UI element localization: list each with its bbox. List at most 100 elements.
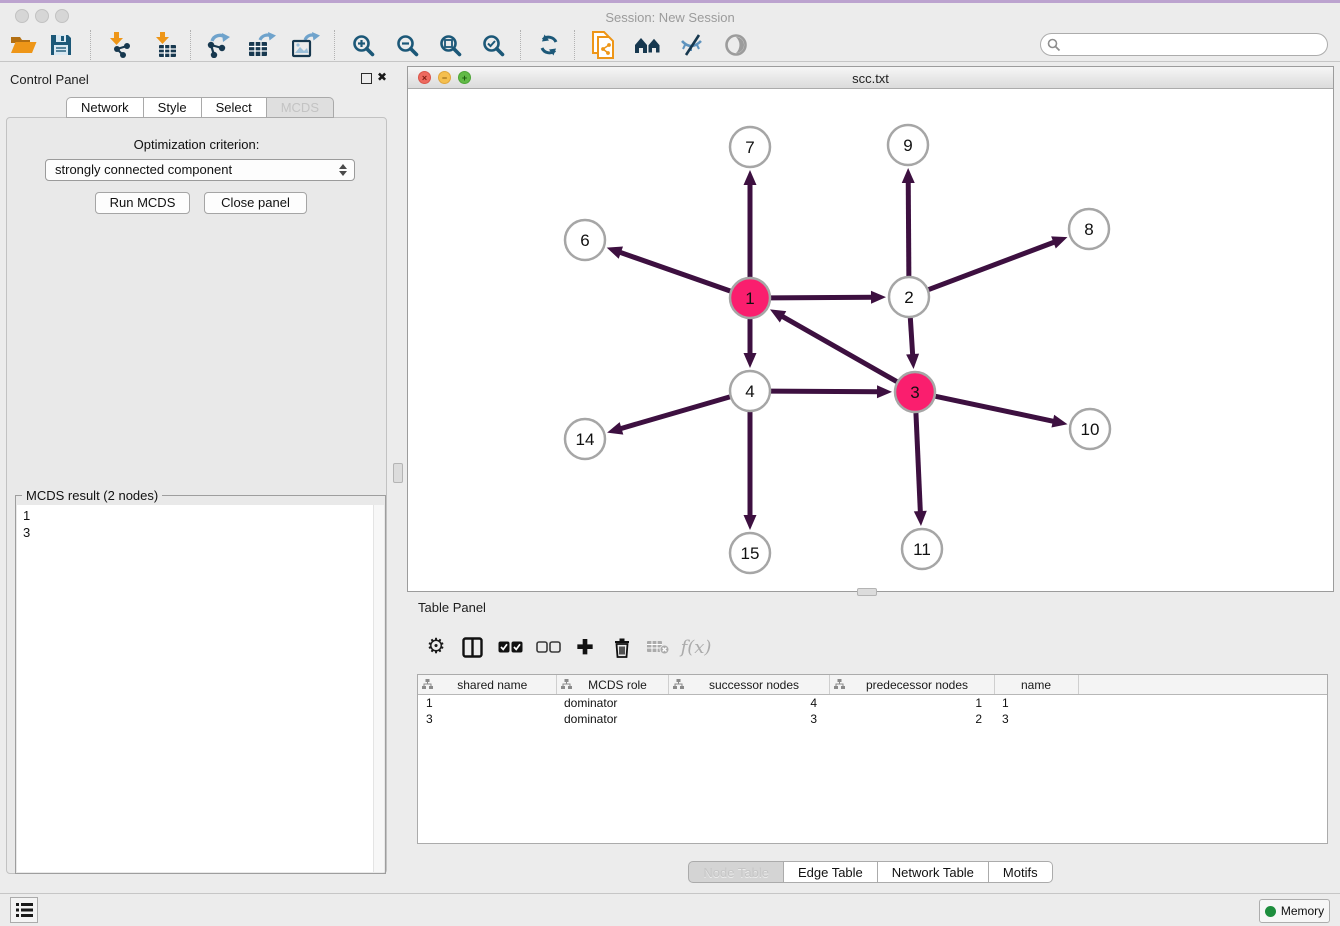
close-panel-button[interactable]: Close panel	[204, 192, 307, 214]
column-header-shared-name[interactable]: shared name	[418, 675, 556, 695]
graph-edge-4-3[interactable]	[771, 391, 880, 392]
zoom-fit-icon[interactable]	[431, 28, 469, 62]
graph-node-label: 10	[1081, 420, 1100, 439]
zoom-selected-icon[interactable]	[474, 28, 512, 62]
column-header-successor-nodes[interactable]: successor nodes	[668, 675, 829, 695]
function-builder-icon[interactable]: f(x)	[679, 630, 713, 664]
import-network-icon[interactable]	[100, 28, 138, 62]
create-column-icon[interactable]: ✚	[568, 630, 602, 664]
column-header-MCDS-role[interactable]: MCDS role	[556, 675, 668, 695]
tab-network-table[interactable]: Network Table	[878, 861, 989, 883]
table-cell[interactable]: 1	[418, 695, 556, 711]
search-icon	[1047, 38, 1061, 52]
vertical-splitter-handle[interactable]	[393, 463, 403, 483]
export-table-icon[interactable]	[243, 28, 281, 62]
graph-edge-2-3[interactable]	[910, 318, 912, 357]
table-cell[interactable]: 1	[829, 695, 994, 711]
network-canvas[interactable]: 7968124314101511	[408, 89, 1333, 592]
tab-style[interactable]: Style	[144, 97, 202, 118]
graph-edge-2-9[interactable]	[908, 180, 909, 276]
zoom-in-icon[interactable]	[344, 28, 382, 62]
memory-button[interactable]: Memory	[1259, 899, 1330, 923]
column-type-icon	[673, 679, 684, 690]
table-cell[interactable]: dominator	[556, 695, 668, 711]
table-cell-filler	[1078, 711, 1328, 727]
titlebar: Session: New Session	[0, 3, 1340, 28]
horizontal-splitter-handle[interactable]	[857, 588, 877, 596]
graph-node-label: 6	[580, 231, 589, 250]
table-cell[interactable]: 3	[418, 711, 556, 727]
network-window: × − + scc.txt 7968124314101511	[407, 66, 1334, 592]
graph-node-label: 15	[741, 544, 760, 563]
column-header-label: name	[999, 678, 1074, 692]
zoom-out-icon[interactable]	[388, 28, 426, 62]
tab-mcds[interactable]: MCDS	[267, 97, 334, 118]
graph-edge-3-1[interactable]	[780, 315, 896, 381]
export-network-icon[interactable]	[199, 28, 237, 62]
memory-status-icon	[1265, 906, 1276, 917]
table-row[interactable]: 1dominator411	[418, 695, 1328, 711]
table-panel: Table Panel ✖ ⚙ ✚ f(x) shared nameMCDS r…	[407, 596, 1334, 892]
table-cell[interactable]: 4	[668, 695, 829, 711]
first-neighbors-icon[interactable]	[629, 28, 667, 62]
graph-edge-4-14[interactable]	[619, 397, 730, 429]
graph-edge-1-2[interactable]	[771, 297, 874, 298]
tab-network[interactable]: Network	[66, 97, 144, 118]
criterion-dropdown[interactable]: strongly connected component	[45, 159, 355, 181]
edge-arrowhead	[902, 168, 915, 183]
float-panel-icon[interactable]	[361, 73, 372, 84]
table-cell[interactable]: 1	[994, 695, 1078, 711]
table-cell[interactable]: 3	[668, 711, 829, 727]
refresh-icon[interactable]	[530, 28, 568, 62]
criterion-value: strongly connected component	[55, 160, 336, 180]
show-columns-icon[interactable]	[455, 630, 489, 664]
show-all-icon[interactable]	[717, 28, 755, 62]
select-all-rows-icon[interactable]	[493, 630, 527, 664]
toolbar-separator	[574, 30, 575, 60]
table-cell[interactable]: 3	[994, 711, 1078, 727]
tab-edge-table[interactable]: Edge Table	[784, 861, 878, 883]
tab-motifs[interactable]: Motifs	[989, 861, 1053, 883]
deselect-all-rows-icon[interactable]	[531, 630, 565, 664]
graph-edge-2-8[interactable]	[929, 241, 1057, 289]
delete-column-icon[interactable]	[605, 630, 639, 664]
tab-node-table[interactable]: Node Table	[688, 861, 784, 883]
hide-selected-icon[interactable]	[673, 28, 711, 62]
graph-edge-3-11[interactable]	[916, 413, 921, 514]
edge-arrowhead	[607, 422, 623, 434]
table-row[interactable]: 3dominator323	[418, 711, 1328, 727]
graph-edge-1-6[interactable]	[618, 252, 730, 291]
column-type-icon	[834, 679, 845, 690]
control-panel-tabs: Network Style Select MCDS	[0, 97, 400, 118]
table-panel-title: Table Panel	[418, 600, 486, 615]
task-history-button[interactable]	[10, 897, 38, 923]
graph-node-label: 8	[1084, 220, 1093, 239]
column-header-name[interactable]: name	[994, 675, 1078, 695]
open-file-icon[interactable]	[4, 28, 42, 62]
table-cell[interactable]: 2	[829, 711, 994, 727]
network-window-title: scc.txt	[408, 71, 1333, 86]
table-settings-icon[interactable]: ⚙	[419, 630, 453, 664]
tab-select[interactable]: Select	[202, 97, 267, 118]
window-title: Session: New Session	[0, 10, 1340, 25]
control-panel-title: Control Panel	[10, 72, 89, 87]
network-window-titlebar[interactable]: × − + scc.txt	[408, 67, 1333, 89]
graph-node-label: 2	[904, 288, 913, 307]
table-tabs: Node Table Edge Table Network Table Moti…	[407, 861, 1334, 883]
column-header-predecessor-nodes[interactable]: predecessor nodes	[829, 675, 994, 695]
toolbar-separator	[520, 30, 521, 60]
result-scrollbar[interactable]	[373, 505, 384, 872]
mcds-result-area[interactable]: 1 3	[17, 505, 384, 872]
copy-network-icon[interactable]	[584, 28, 622, 62]
export-image-icon[interactable]	[287, 28, 325, 62]
delete-table-icon[interactable]	[641, 630, 675, 664]
list-icon	[16, 903, 33, 917]
close-panel-icon[interactable]: ✖	[377, 72, 387, 83]
table-cell[interactable]: dominator	[556, 711, 668, 727]
save-session-icon[interactable]	[42, 28, 80, 62]
search-input[interactable]	[1065, 35, 1327, 54]
import-table-icon[interactable]	[146, 28, 184, 62]
run-mcds-button[interactable]: Run MCDS	[95, 192, 190, 214]
graph-node-label: 14	[576, 430, 595, 449]
graph-edge-3-10[interactable]	[936, 396, 1056, 421]
